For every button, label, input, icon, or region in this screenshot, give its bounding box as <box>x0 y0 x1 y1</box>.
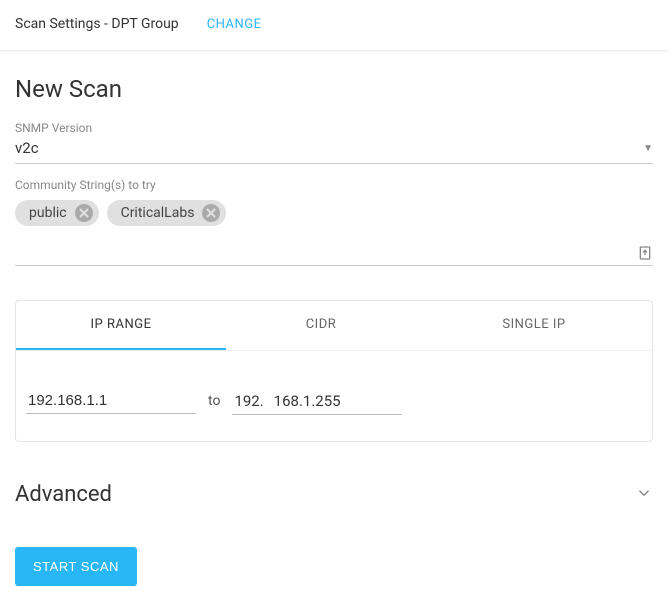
tab-cidr[interactable]: CIDR <box>226 301 416 350</box>
snmp-version-select[interactable]: v2c ▼ <box>15 139 653 164</box>
chip-label: public <box>29 205 67 221</box>
tab-ip-range[interactable]: IP RANGE <box>16 301 226 350</box>
content: New Scan SNMP Version v2c ▼ Community St… <box>0 51 668 601</box>
community-input[interactable] <box>15 236 653 266</box>
scan-settings-title: Scan Settings - DPT Group <box>15 16 179 32</box>
ip-card: IP RANGE CIDR SINGLE IP to 192. 168.1.25… <box>15 300 653 442</box>
ip-start-input[interactable] <box>26 388 196 414</box>
upload-icon[interactable] <box>637 245 653 261</box>
dropdown-caret-icon: ▼ <box>643 143 653 154</box>
community-chip: CriticalLabs <box>107 200 227 226</box>
ip-mode-tabs: IP RANGE CIDR SINGLE IP <box>16 301 652 351</box>
chip-label: CriticalLabs <box>121 205 195 221</box>
community-chips: public CriticalLabs <box>15 200 653 226</box>
close-icon <box>206 208 216 218</box>
chevron-down-icon <box>635 484 653 506</box>
snmp-version-label: SNMP Version <box>15 121 653 135</box>
ip-end-suffix: 168.1.255 <box>274 392 341 410</box>
ip-end-prefix: 192. <box>234 392 263 410</box>
advanced-toggle[interactable]: Advanced <box>15 482 653 507</box>
ip-end-input[interactable]: 192. 168.1.255 <box>232 387 402 415</box>
ip-range-separator: to <box>208 393 220 409</box>
change-link[interactable]: CHANGE <box>207 17 262 32</box>
close-icon <box>79 208 89 218</box>
chip-remove-button[interactable] <box>75 204 93 222</box>
top-bar: Scan Settings - DPT Group CHANGE <box>0 0 668 51</box>
snmp-version-value: v2c <box>15 139 39 157</box>
advanced-label: Advanced <box>15 482 112 507</box>
tab-single-ip[interactable]: SINGLE IP <box>416 301 652 350</box>
community-strings-label: Community String(s) to try <box>15 178 653 192</box>
start-scan-button[interactable]: START SCAN <box>15 547 137 586</box>
community-chip: public <box>15 200 99 226</box>
chip-remove-button[interactable] <box>202 204 220 222</box>
page-heading: New Scan <box>15 75 653 103</box>
ip-range-body: to 192. 168.1.255 <box>16 351 652 441</box>
